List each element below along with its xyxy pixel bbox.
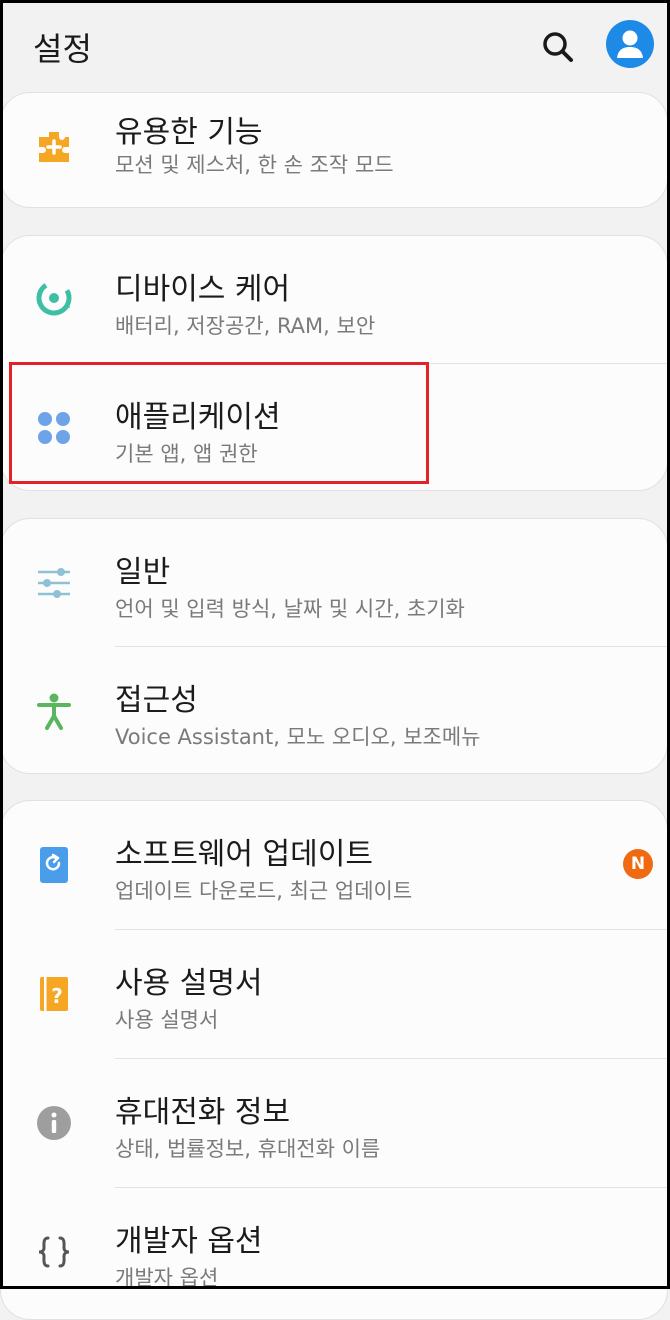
item-title: 유용한 기능 <box>115 115 263 150</box>
settings-card-about: 소프트웨어 업데이트 업데이트 다운로드, 최근 업데이트 N ? 사용 설명서… <box>0 800 668 1320</box>
new-badge: N <box>623 849 653 879</box>
item-subtitle: 사용 설명서 <box>115 1008 219 1032</box>
app-header: 설정 <box>0 0 670 92</box>
settings-item-device-care[interactable]: 디바이스 케어 배터리, 저장공간, RAM, 보안 <box>1 236 667 363</box>
info-icon <box>37 1106 71 1140</box>
item-title: 소프트웨어 업데이트 <box>115 837 373 872</box>
item-title: 개발자 옵션 <box>115 1224 263 1259</box>
item-subtitle: 배터리, 저장공간, RAM, 보안 <box>115 314 376 338</box>
user-manual-icon: ? <box>40 977 68 1011</box>
item-subtitle: 개발자 옵션 <box>115 1266 219 1290</box>
item-subtitle: 업데이트 다운로드, 최근 업데이트 <box>115 879 413 903</box>
sliders-icon <box>38 568 70 598</box>
page-title: 설정 <box>33 30 92 68</box>
settings-item-developer-options[interactable]: 개발자 옵션 개발자 옵션 <box>1 1188 667 1316</box>
item-title: 사용 설명서 <box>115 966 263 1001</box>
settings-item-accessibility[interactable]: 접근성 Voice Assistant, 모노 오디오, 보조메뉴 <box>1 647 667 773</box>
settings-item-user-manual[interactable]: ? 사용 설명서 사용 설명서 <box>1 930 667 1058</box>
device-care-icon <box>36 280 72 316</box>
accessibility-person-icon <box>37 693 71 730</box>
search-icon[interactable] <box>538 27 578 67</box>
puzzle-plus-icon <box>39 132 69 162</box>
settings-item-general[interactable]: 일반 언어 및 입력 방식, 날짜 및 시간, 초기화 <box>1 519 667 646</box>
settings-card-general: 일반 언어 및 입력 방식, 날짜 및 시간, 초기화 접근성 Voice As… <box>0 518 668 774</box>
item-subtitle: Voice Assistant, 모노 오디오, 보조메뉴 <box>115 725 481 749</box>
settings-item-advanced-features[interactable]: 유용한 기능 모션 및 제스처, 한 손 조작 모드 <box>1 93 667 207</box>
developer-braces-icon <box>38 1236 70 1268</box>
software-update-icon <box>40 847 68 883</box>
svg-text:?: ? <box>51 984 63 1008</box>
person-icon <box>617 30 643 58</box>
item-subtitle: 언어 및 입력 방식, 날짜 및 시간, 초기화 <box>115 597 465 621</box>
item-subtitle: 상태, 법률정보, 휴대전화 이름 <box>115 1137 381 1161</box>
settings-item-software-update[interactable]: 소프트웨어 업데이트 업데이트 다운로드, 최근 업데이트 N <box>1 801 667 929</box>
item-title: 휴대전화 정보 <box>115 1095 291 1130</box>
settings-card-advanced: 유용한 기능 모션 및 제스처, 한 손 조작 모드 <box>0 92 668 208</box>
item-subtitle: 모션 및 제스처, 한 손 조작 모드 <box>115 153 394 177</box>
settings-item-about-phone[interactable]: 휴대전화 정보 상태, 법률정보, 휴대전화 이름 <box>1 1059 667 1187</box>
item-title: 일반 <box>115 555 171 590</box>
item-title: 접근성 <box>115 683 198 718</box>
profile-avatar[interactable] <box>606 20 654 68</box>
item-title: 디바이스 케어 <box>115 272 291 307</box>
highlight-box <box>9 362 429 484</box>
